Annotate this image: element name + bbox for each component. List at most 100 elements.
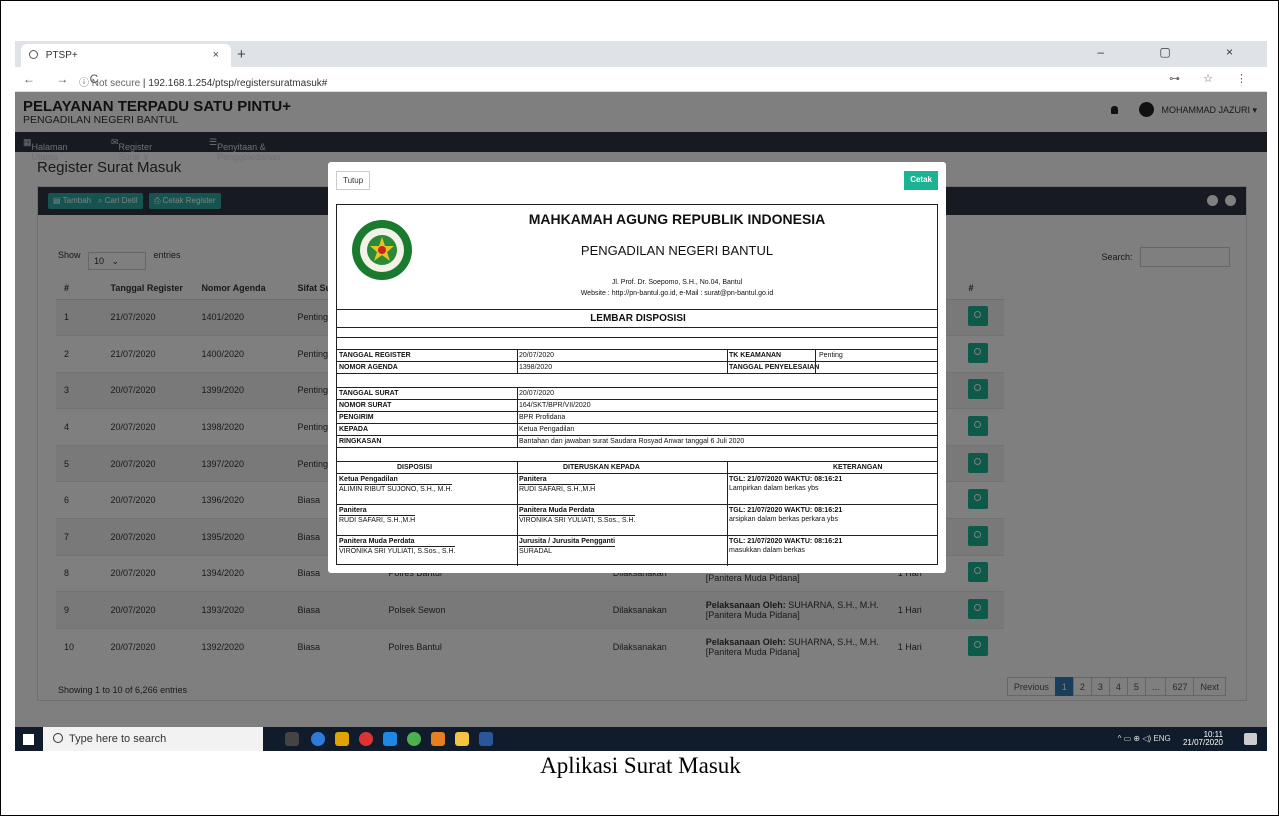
app-icon[interactable] <box>431 732 445 746</box>
word-icon[interactable] <box>479 732 493 746</box>
new-tab-button[interactable]: + <box>237 46 246 63</box>
role: Ketua Pengadilan <box>339 476 398 483</box>
row-tgl-surat: TANGGAL SURAT 20/07/2020 <box>337 387 937 399</box>
header-disposisi: DISPOSISI <box>397 464 433 471</box>
taskbar-search[interactable]: Type here to search <box>43 727 263 751</box>
person-name: RUDI SAFARI, S.H.,M.H <box>519 484 596 493</box>
file-explorer-icon[interactable] <box>455 732 469 746</box>
person-name: VIRONIKA SRI YULIATI, S.Sos., S.H. <box>339 546 456 555</box>
cell-border <box>727 349 728 373</box>
browser-tab[interactable]: PTSP+ × <box>21 44 231 67</box>
disposisi-header: DISPOSISI DITERUSKAN KEPADA KETERANGAN <box>337 461 937 471</box>
task-view-icon[interactable] <box>285 732 299 746</box>
field-value: 1398/2020 <box>519 364 553 371</box>
tutup-button[interactable]: Tutup <box>336 171 371 190</box>
field-value: Penting <box>819 352 843 359</box>
modal-backdrop[interactable]: Tutup Cetak MAHKAMAH AGUNG REPUBLIK INDO… <box>15 92 1267 727</box>
cell-border <box>517 461 518 566</box>
cetak-button[interactable]: Cetak <box>904 171 938 190</box>
lembar-disposisi-document: MAHKAMAH AGUNG REPUBLIK INDONESIA PENGAD… <box>336 204 938 566</box>
clock[interactable]: 10:11 21/07/2020 <box>1183 731 1223 747</box>
windows-start-icon[interactable] <box>23 734 34 745</box>
notification-icon[interactable] <box>1244 733 1257 745</box>
divider <box>337 309 937 310</box>
divider <box>337 337 937 338</box>
keterangan-text: masukkan dalam berkas <box>729 547 805 554</box>
role: Jurusita / Jurusita Pengganti <box>519 538 616 545</box>
role: Panitera <box>339 507 367 514</box>
person-name: VIRONIKA SRI YULIATI, S.Sos., S.H. <box>519 515 636 524</box>
role: Panitera Muda Perdata <box>339 538 415 545</box>
field-label: NOMOR AGENDA <box>339 364 398 371</box>
tab-title: PTSP+ <box>45 50 78 61</box>
keterangan-text: arsipkan dalam berkas perkara ybs <box>729 516 838 523</box>
screenshot: PTSP+ × + – ▢ × ← → C ⓘ Not secure | 192… <box>15 41 1267 751</box>
field-label: TANGGAL SURAT <box>339 390 399 397</box>
store-icon[interactable] <box>335 732 349 746</box>
not-secure-label: ⓘ Not secure <box>79 78 141 89</box>
window-controls[interactable]: – ▢ × <box>1097 45 1259 59</box>
disposisi-from: Panitera RUDI SAFARI, S.H.,M.H <box>339 506 416 525</box>
timestamp: TGL: 21/07/2020 WAKTU: 08:16:21 <box>729 538 843 545</box>
field-value: 164/SKT/BPR/VII/2020 <box>519 402 591 409</box>
app-icon[interactable] <box>359 732 373 746</box>
disposisi-row: Panitera RUDI SAFARI, S.H.,M.H Panitera Mu… <box>337 504 937 535</box>
role: Panitera <box>519 476 547 483</box>
keterangan-text: Lampirkan dalam berkas ybs <box>729 485 819 492</box>
tray-icons[interactable]: ^ ▭ ⊕ ◁) ENG <box>1118 734 1171 743</box>
field-value: 20/07/2020 <box>519 390 555 397</box>
cell-border <box>815 349 816 373</box>
field-label: TANGGAL PENYELESAIAN <box>729 364 820 371</box>
disposisi-from: Ketua Pengadilan ALIMIN RIBUT SUJONO, S.H… <box>339 475 453 494</box>
chrome-icon[interactable] <box>407 732 421 746</box>
person-name: RUDI SAFARI, S.H.,M.H <box>339 515 416 524</box>
row-pengirim: PENGIRIM BPR Profidana <box>337 411 937 423</box>
url-field[interactable]: ⓘ Not secure | 192.168.1.254/ptsp/regist… <box>79 71 1199 89</box>
keterangan: TGL: 21/07/2020 WAKTU: 08:16:21 arsipkan … <box>729 506 842 524</box>
windows-taskbar: Type here to search ^ ▭ ⊕ ◁) ENG 10:11 2… <box>15 727 1267 751</box>
field-label: TK KEAMANAN <box>729 352 782 359</box>
field-label: TANGGAL REGISTER <box>339 352 411 359</box>
person-name: ALIMIN RIBUT SUJONO, S.H., M.H. <box>339 484 453 493</box>
row-nomor-agenda: NOMOR AGENDA 1398/2020 TANGGAL PENYELESA… <box>337 361 937 373</box>
person-name: SURADAL <box>519 546 616 556</box>
system-tray: ^ ▭ ⊕ ◁) ENG 10:11 21/07/2020 <box>1118 731 1223 747</box>
field-label: KEPADA <box>339 426 369 433</box>
keterangan: TGL: 21/07/2020 WAKTU: 08:16:21 Lampirkan… <box>729 475 842 493</box>
row-ringkasan: RINGKASAN Bantahan dan jawaban surat Sau… <box>337 435 937 447</box>
diteruskan-to: Panitera Muda Perdata VIRONIKA SRI YULIAT… <box>519 506 636 525</box>
court-website: Website : http://pn-bantul.go.id, e-Mail… <box>580 290 774 297</box>
cell-border <box>727 461 728 566</box>
timestamp: TGL: 21/07/2020 WAKTU: 08:16:21 <box>729 507 843 514</box>
header-keterangan: KETERANGAN <box>833 464 883 471</box>
timestamp: TGL: 21/07/2020 WAKTU: 08:16:21 <box>729 476 843 483</box>
court-name: PENGADILAN NEGERI BANTUL <box>580 243 774 258</box>
mail-icon[interactable] <box>383 732 397 746</box>
diteruskan-to: Jurusita / Jurusita Pengganti SURADAL <box>519 537 616 556</box>
field-value: 20/07/2020 <box>519 352 555 359</box>
row-kepada: KEPADA Ketua Pengadilan <box>337 423 937 435</box>
role: Panitera Muda Perdata <box>519 507 595 514</box>
field-label: NOMOR SURAT <box>339 402 392 409</box>
browser-actions[interactable]: ⊶ ☆ ⋮ <box>1169 72 1257 85</box>
address-bar: ← → C ⓘ Not secure | 192.168.1.254/ptsp/… <box>15 67 1267 92</box>
row-tgl-register: TANGGAL REGISTER 20/07/2020 TK KEAMANAN … <box>337 349 937 361</box>
diteruskan-to: Panitera RUDI SAFARI, S.H.,M.H <box>519 475 596 494</box>
divider <box>337 373 937 374</box>
field-value: Bantahan dan jawaban surat Saudara Rosya… <box>519 438 745 445</box>
header-diteruskan: DITERUSKAN KEPADA <box>563 464 640 471</box>
disposisi-modal: Tutup Cetak MAHKAMAH AGUNG REPUBLIK INDO… <box>328 162 946 573</box>
keterangan: TGL: 21/07/2020 WAKTU: 08:16:21 masukkan … <box>729 537 842 555</box>
tab-close-icon[interactable]: × <box>213 49 219 61</box>
field-value: Ketua Pengadilan <box>519 426 575 433</box>
field-label: PENGIRIM <box>339 414 374 421</box>
divider <box>337 447 937 448</box>
field-label: RINGKASAN <box>339 438 382 445</box>
cell-border <box>517 387 518 447</box>
disposisi-from: Panitera Muda Perdata VIRONIKA SRI YULIAT… <box>339 537 456 556</box>
row-nomor-surat: NOMOR SURAT 164/SKT/BPR/VII/2020 <box>337 399 937 411</box>
clock-date: 21/07/2020 <box>1182 738 1223 747</box>
divider <box>337 327 937 328</box>
cell-border <box>517 349 518 373</box>
edge-icon[interactable] <box>311 732 325 746</box>
